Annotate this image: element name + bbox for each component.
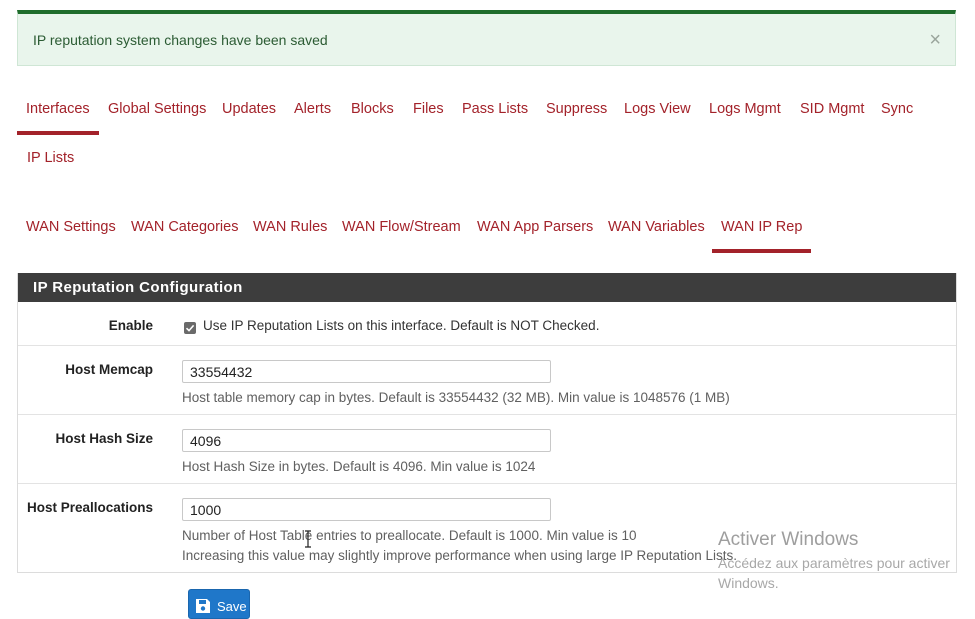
- tab-logs-view[interactable]: Logs View: [624, 101, 691, 117]
- prealloc-input[interactable]: [182, 498, 551, 521]
- enable-label: Enable: [108, 318, 153, 333]
- hashsize-help: Host Hash Size in bytes. Default is 4096…: [182, 459, 536, 474]
- enable-row: Enable Use IP Reputation Lists on this i…: [18, 302, 956, 345]
- activation-watermark-subtitle: Accédez aux paramètres pour activer Wind…: [718, 555, 950, 591]
- memcap-help: Host table memory cap in bytes. Default …: [182, 390, 730, 405]
- tab-suppress[interactable]: Suppress: [546, 101, 607, 117]
- hashsize-row: Host Hash Size Host Hash Size in bytes. …: [18, 414, 956, 484]
- save-label: Save: [217, 599, 247, 614]
- tab-ip-lists[interactable]: IP Lists: [27, 150, 74, 166]
- tab-pass-lists[interactable]: Pass Lists: [462, 101, 528, 117]
- checkmark-icon: [185, 324, 195, 332]
- panel-title: IP Reputation Configuration: [18, 273, 956, 302]
- prealloc-label: Host Preallocations: [26, 500, 153, 515]
- subtab-wan-variables[interactable]: WAN Variables: [608, 219, 705, 235]
- memcap-row: Host Memcap Host table memory cap in byt…: [18, 345, 956, 415]
- hashsize-input[interactable]: [182, 429, 551, 452]
- subtab-wan-categories[interactable]: WAN Categories: [131, 219, 238, 235]
- tab-global-settings[interactable]: Global Settings: [108, 101, 206, 117]
- subtab-wan-app-parsers[interactable]: WAN App Parsers: [477, 219, 593, 235]
- success-alert: IP reputation system changes have been s…: [17, 10, 956, 66]
- tab-files[interactable]: Files: [413, 101, 444, 117]
- save-button[interactable]: Save: [188, 589, 250, 619]
- tab-alerts[interactable]: Alerts: [294, 101, 331, 117]
- tab-sid-mgmt[interactable]: SID Mgmt: [800, 101, 864, 117]
- ip-reputation-panel: IP Reputation Configuration Enable Use I…: [17, 273, 957, 573]
- tab-interfaces[interactable]: Interfaces: [17, 101, 99, 135]
- subtab-wan-flow-stream[interactable]: WAN Flow/Stream: [342, 219, 461, 235]
- memcap-input[interactable]: [182, 360, 551, 383]
- subtab-wan-settings[interactable]: WAN Settings: [26, 219, 116, 235]
- memcap-label: Host Memcap: [65, 362, 153, 377]
- alert-message: IP reputation system changes have been s…: [33, 32, 328, 48]
- enable-text: Use IP Reputation Lists on this interfac…: [203, 318, 600, 333]
- prealloc-help-2: Increasing this value may slightly impro…: [182, 548, 738, 563]
- tab-updates[interactable]: Updates: [222, 101, 276, 117]
- tab-blocks[interactable]: Blocks: [351, 101, 394, 117]
- floppy-disk-icon: [196, 599, 210, 613]
- subtab-wan-ip-rep[interactable]: WAN IP Rep: [711, 219, 812, 253]
- subtab-wan-rules[interactable]: WAN Rules: [253, 219, 327, 235]
- prealloc-help-1: Number of Host Table entries to prealloc…: [182, 528, 637, 543]
- tab-logs-mgmt[interactable]: Logs Mgmt: [709, 101, 781, 117]
- tab-sync[interactable]: Sync: [881, 101, 913, 117]
- hashsize-label: Host Hash Size: [55, 431, 153, 446]
- close-icon[interactable]: ×: [929, 30, 941, 50]
- activation-watermark-title: Activer Windows: [718, 529, 859, 550]
- text-cursor-icon: [305, 530, 311, 548]
- enable-checkbox[interactable]: [184, 322, 196, 334]
